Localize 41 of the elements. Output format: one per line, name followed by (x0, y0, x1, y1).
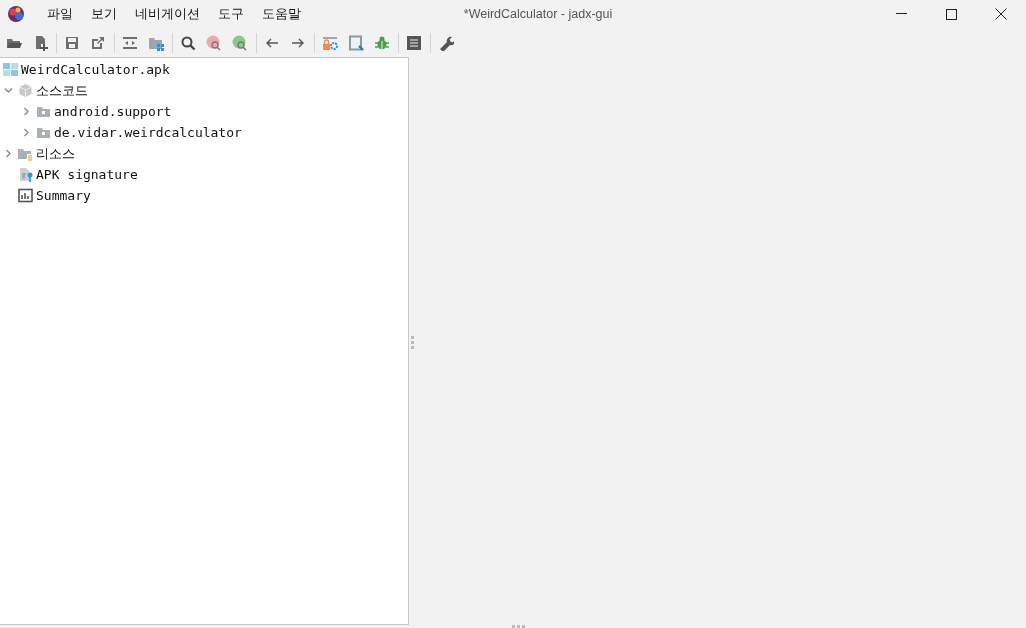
tree-item[interactable]: APK signature (36, 167, 138, 182)
menu-item[interactable]: 보기 (82, 4, 126, 24)
splitter-handle-icon[interactable] (410, 335, 415, 350)
wrench-icon[interactable] (438, 34, 454, 51)
sync-icon[interactable] (122, 34, 138, 51)
window-title: *WeirdCalculator - jadx-gui (462, 7, 614, 21)
folder-icon (36, 104, 51, 119)
chevron-right-icon[interactable] (22, 107, 31, 116)
search-class-icon[interactable] (206, 34, 222, 51)
menu-item[interactable]: 파일 (38, 4, 82, 24)
menu-item[interactable]: 도움말 (253, 4, 310, 24)
chevron-right-icon[interactable] (4, 149, 13, 158)
tree-item[interactable]: 리소스 (36, 144, 75, 163)
export-icon[interactable] (90, 34, 106, 51)
chevron-down-icon[interactable] (4, 86, 13, 95)
save-icon[interactable] (64, 34, 80, 51)
tree-item[interactable]: 소스코드 (36, 81, 88, 100)
maximize-icon[interactable] (946, 8, 957, 20)
list-icon[interactable] (406, 34, 422, 51)
search-icon[interactable] (180, 34, 196, 51)
cube-icon (18, 83, 33, 98)
splitter-handle-icon[interactable] (512, 625, 526, 628)
folder-icon (36, 125, 51, 140)
search-usage-icon[interactable] (232, 34, 248, 51)
grid-icon (3, 62, 18, 77)
menu-item[interactable]: 네비게이션 (126, 4, 209, 24)
tree-item[interactable]: Summary (36, 188, 91, 203)
app-logo-icon (7, 5, 25, 23)
bug-icon[interactable] (374, 34, 390, 51)
tree-item[interactable]: de.vidar.weirdcalculator (54, 125, 242, 140)
tree-item[interactable]: android.support (54, 104, 172, 119)
certificate-icon (18, 167, 33, 182)
lock-gear-icon[interactable] (322, 34, 338, 51)
close-icon[interactable] (995, 8, 1007, 20)
document-cursor-icon[interactable] (348, 34, 364, 51)
chart-icon (18, 188, 33, 203)
tree-item[interactable]: WeirdCalculator.apk (21, 62, 170, 77)
minimize-icon[interactable] (896, 13, 908, 15)
menu-item[interactable]: 도구 (209, 4, 253, 24)
chevron-right-icon[interactable] (22, 128, 31, 137)
folder-file-icon (18, 146, 33, 161)
